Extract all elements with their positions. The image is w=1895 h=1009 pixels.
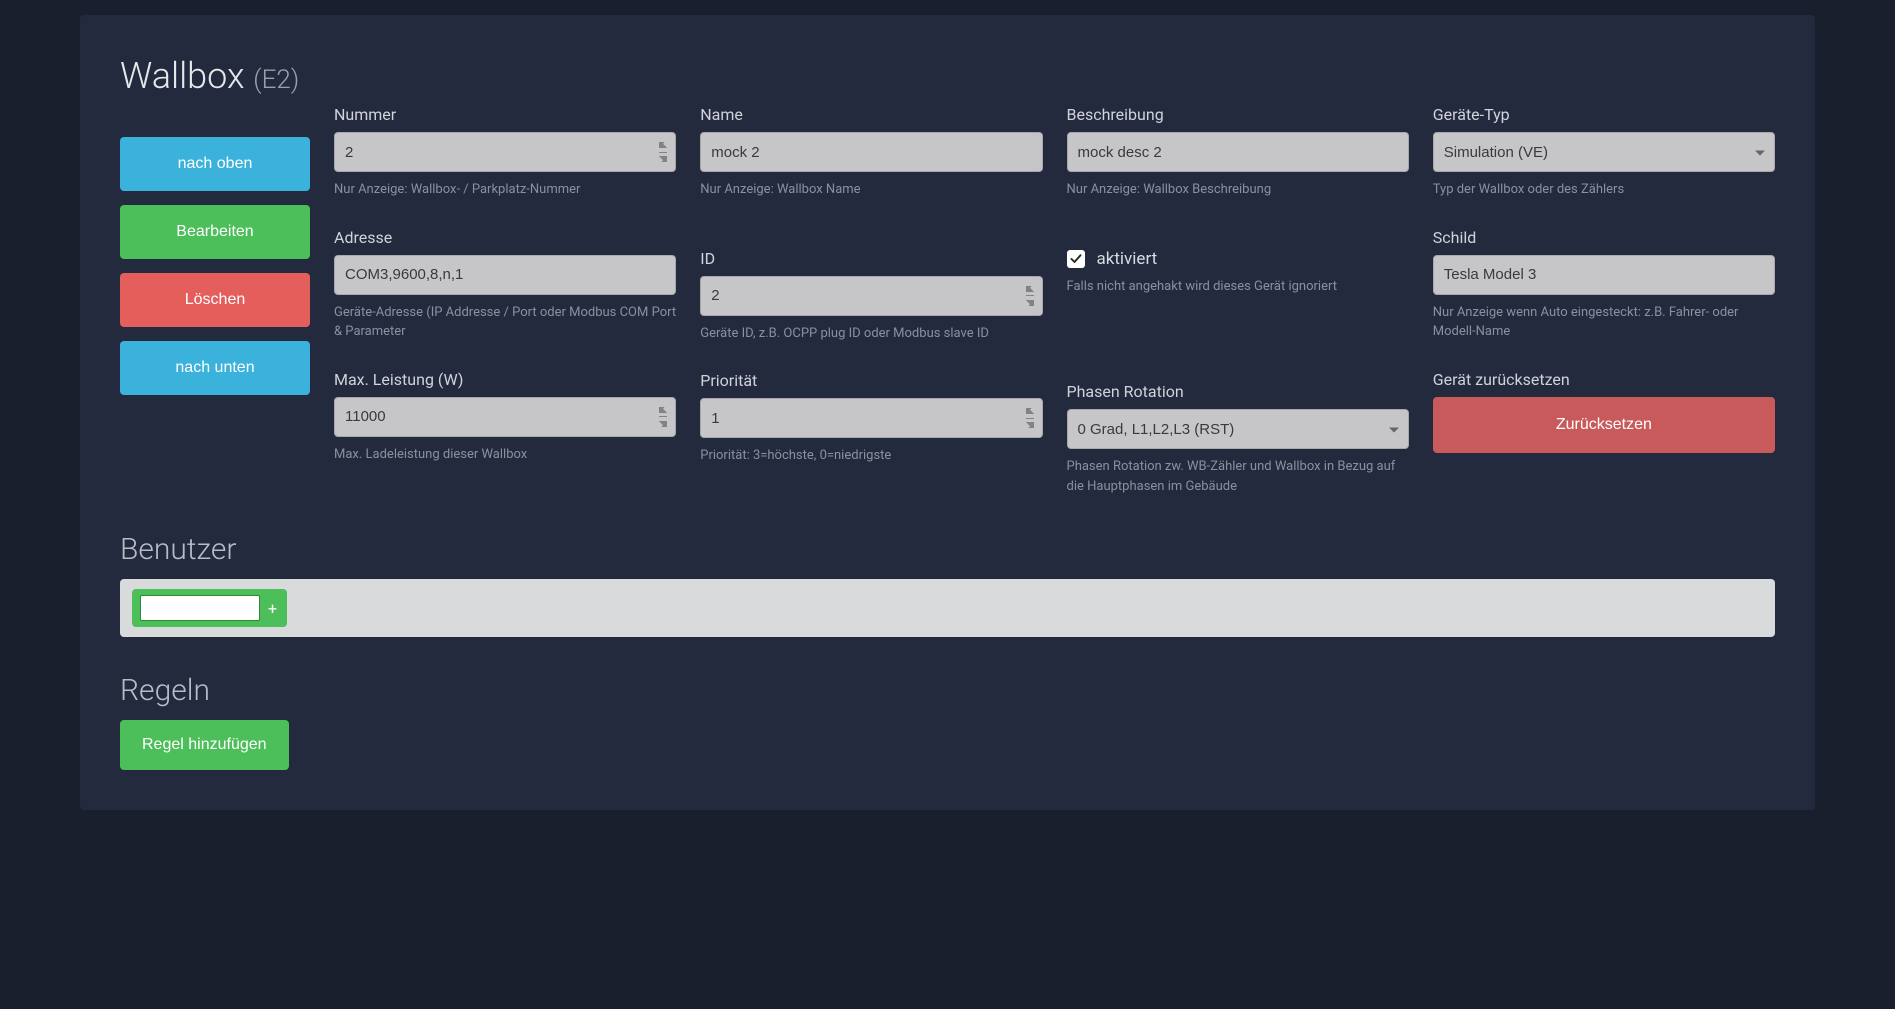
field-description-help: Nur Anzeige: Wallbox Beschreibung bbox=[1067, 180, 1409, 200]
action-sidebar: nach oben Bearbeiten Löschen nach unten bbox=[120, 105, 310, 395]
page-title: Wallbox (E2) bbox=[120, 55, 1775, 97]
field-activated: aktiviert Falls nicht angehakt wird dies… bbox=[1067, 249, 1409, 297]
field-name-help: Nur Anzeige: Wallbox Name bbox=[700, 180, 1042, 200]
label-sign-input[interactable] bbox=[1433, 255, 1775, 295]
field-max-power: Max. Leistung (W) Max. Ladeleistung dies… bbox=[334, 370, 676, 465]
field-address: Adresse Geräte-Adresse (IP Addresse / Po… bbox=[334, 228, 676, 342]
rules-section-title: Regeln bbox=[120, 673, 1775, 708]
field-device-type-help: Typ der Wallbox oder des Zählers bbox=[1433, 180, 1775, 200]
add-rule-button[interactable]: Regel hinzufügen bbox=[120, 720, 289, 770]
main-grid: nach oben Bearbeiten Löschen nach unten … bbox=[120, 105, 1775, 496]
page-title-main: Wallbox bbox=[120, 55, 244, 97]
move-down-button[interactable]: nach unten bbox=[120, 341, 310, 395]
form-col-3: Beschreibung Nur Anzeige: Wallbox Beschr… bbox=[1067, 105, 1409, 496]
field-number-help: Nur Anzeige: Wallbox- / Parkplatz-Nummer bbox=[334, 180, 676, 200]
field-name: Name Nur Anzeige: Wallbox Name bbox=[700, 105, 1042, 200]
field-priority: Priorität Priorität: 3=höchste, 0=niedri… bbox=[700, 371, 1042, 466]
field-device-type-label: Geräte-Typ bbox=[1433, 105, 1775, 124]
field-id: ID Geräte ID, z.B. OCPP plug ID oder Mod… bbox=[700, 249, 1042, 344]
field-reset: Gerät zurücksetzen Zurücksetzen bbox=[1433, 370, 1775, 453]
field-id-help: Geräte ID, z.B. OCPP plug ID oder Modbus… bbox=[700, 324, 1042, 344]
edit-button[interactable]: Bearbeiten bbox=[120, 205, 310, 259]
user-add-plus[interactable]: + bbox=[266, 599, 279, 618]
field-id-label: ID bbox=[700, 249, 1042, 268]
page-title-sub: (E2) bbox=[253, 65, 299, 95]
field-number-label: Nummer bbox=[334, 105, 676, 124]
priority-input[interactable] bbox=[700, 398, 1042, 438]
id-input[interactable] bbox=[700, 276, 1042, 316]
field-name-label: Name bbox=[700, 105, 1042, 124]
field-address-label: Adresse bbox=[334, 228, 676, 247]
field-priority-label: Priorität bbox=[700, 371, 1042, 390]
activated-label: aktiviert bbox=[1097, 249, 1158, 269]
field-description: Beschreibung Nur Anzeige: Wallbox Beschr… bbox=[1067, 105, 1409, 200]
delete-button[interactable]: Löschen bbox=[120, 273, 310, 327]
max-power-input[interactable] bbox=[334, 397, 676, 437]
users-bar: + bbox=[120, 579, 1775, 637]
field-priority-help: Priorität: 3=höchste, 0=niedrigste bbox=[700, 446, 1042, 466]
field-number: Nummer Nur Anzeige: Wallbox- / Parkplatz… bbox=[334, 105, 676, 200]
description-input[interactable] bbox=[1067, 132, 1409, 172]
field-activated-help: Falls nicht angehakt wird dieses Gerät i… bbox=[1067, 277, 1409, 297]
field-description-label: Beschreibung bbox=[1067, 105, 1409, 124]
field-address-help: Geräte-Adresse (IP Addresse / Port oder … bbox=[334, 303, 676, 342]
form-col-4: Geräte-Typ Simulation (VE) Typ der Wallb… bbox=[1433, 105, 1775, 453]
user-add-input[interactable] bbox=[140, 595, 260, 621]
activated-checkbox[interactable] bbox=[1067, 250, 1085, 268]
name-input[interactable] bbox=[700, 132, 1042, 172]
form-col-1: Nummer Nur Anzeige: Wallbox- / Parkplatz… bbox=[334, 105, 676, 464]
field-label-sign-label: Schild bbox=[1433, 228, 1775, 247]
check-icon bbox=[1070, 253, 1082, 265]
field-label-sign: Schild Nur Anzeige wenn Auto eingesteckt… bbox=[1433, 228, 1775, 342]
phase-rotation-select[interactable]: 0 Grad, L1,L2,L3 (RST) bbox=[1067, 409, 1409, 449]
device-type-select[interactable]: Simulation (VE) bbox=[1433, 132, 1775, 172]
field-device-type: Geräte-Typ Simulation (VE) Typ der Wallb… bbox=[1433, 105, 1775, 200]
field-phase-rotation-label: Phasen Rotation bbox=[1067, 382, 1409, 401]
reset-button[interactable]: Zurücksetzen bbox=[1433, 397, 1775, 453]
field-max-power-help: Max. Ladeleistung dieser Wallbox bbox=[334, 445, 676, 465]
field-phase-rotation-help: Phasen Rotation zw. WB-Zähler und Wallbo… bbox=[1067, 457, 1409, 496]
field-label-sign-help: Nur Anzeige wenn Auto eingesteckt: z.B. … bbox=[1433, 303, 1775, 342]
field-reset-label: Gerät zurücksetzen bbox=[1433, 370, 1775, 389]
address-input[interactable] bbox=[334, 255, 676, 295]
field-phase-rotation: Phasen Rotation 0 Grad, L1,L2,L3 (RST) P… bbox=[1067, 382, 1409, 496]
wallbox-card: Wallbox (E2) nach oben Bearbeiten Lösche… bbox=[80, 15, 1815, 810]
form-col-2: Name Nur Anzeige: Wallbox Name ID Geräte… bbox=[700, 105, 1042, 466]
number-input[interactable] bbox=[334, 132, 676, 172]
user-add-pill: + bbox=[132, 589, 287, 627]
users-section-title: Benutzer bbox=[120, 532, 1775, 567]
field-max-power-label: Max. Leistung (W) bbox=[334, 370, 676, 389]
move-up-button[interactable]: nach oben bbox=[120, 137, 310, 191]
